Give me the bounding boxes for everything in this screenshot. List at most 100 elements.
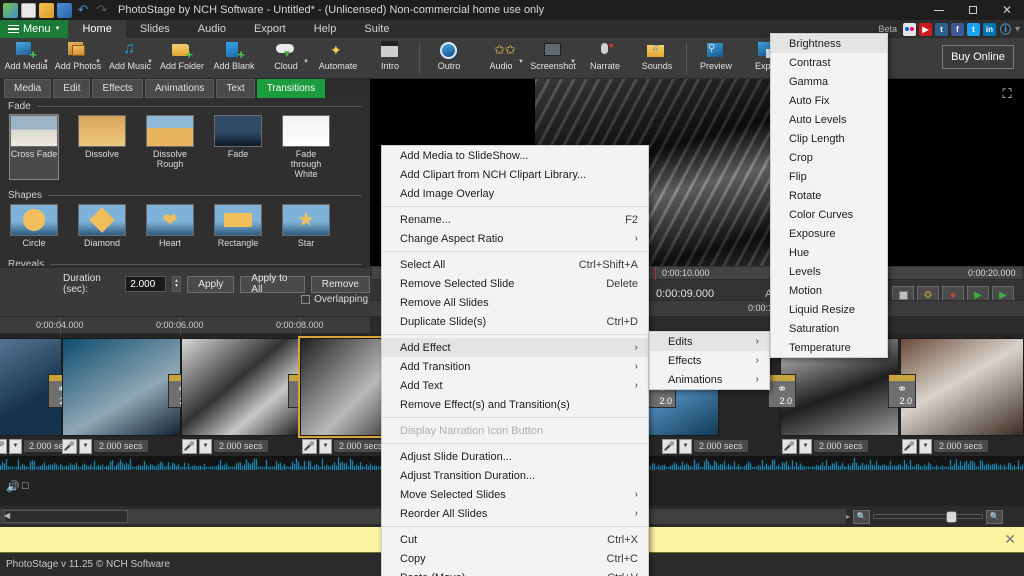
ribbon-preview[interactable]: ⚲ Preview <box>690 38 742 78</box>
transition-marker-6[interactable]: ⚭ 2.0 <box>768 374 796 408</box>
panel-tab-transitions[interactable]: Transitions <box>256 79 326 98</box>
transition-star[interactable]: ★ Star <box>282 204 330 248</box>
menu-item-brightness[interactable]: Brightness <box>771 34 887 53</box>
tab-slides[interactable]: Slides <box>126 20 184 38</box>
timeline-slide-2[interactable] <box>62 338 181 436</box>
menu-item-duplicate-slide-s[interactable]: Duplicate Slide(s) Ctrl+D <box>382 312 648 331</box>
chevron-down-icon[interactable]: ▼ <box>679 438 692 454</box>
transition-marker-7[interactable]: ⚭ 2.0 <box>888 374 916 408</box>
ribbon-outro[interactable]: Outro <box>423 38 475 78</box>
zoom-chevrons-icon[interactable]: ▸ <box>846 512 850 521</box>
chevron-down-icon[interactable]: ▼ <box>919 438 932 454</box>
menu-item-flip[interactable]: Flip <box>771 167 887 186</box>
menu-item-select-all[interactable]: Select All Ctrl+Shift+A <box>382 255 648 274</box>
menu-item-change-aspect-ratio[interactable]: Change Aspect Ratio › <box>382 229 648 248</box>
transition-fade[interactable]: Fade <box>214 115 262 179</box>
flickr-icon[interactable] <box>902 22 916 36</box>
chevron-down-icon[interactable]: ▼ <box>799 438 812 454</box>
close-icon[interactable]: ✕ <box>1004 531 1016 548</box>
overlapping-option[interactable]: Overlapping <box>301 294 368 305</box>
undo-icon[interactable]: ↶ <box>75 2 91 18</box>
menu-item-adjust-slide-duration[interactable]: Adjust Slide Duration... <box>382 447 648 466</box>
mute-icon[interactable]: □ <box>22 480 29 492</box>
menu-item-cut[interactable]: Cut Ctrl+X <box>382 530 648 549</box>
context-menu[interactable]: Add Media to SlideShow... Add Clipart fro… <box>381 145 649 576</box>
chevron-down-icon[interactable]: ▼ <box>79 438 92 454</box>
tab-export[interactable]: Export <box>240 20 300 38</box>
remove-button[interactable]: Remove <box>310 275 370 293</box>
menu-item-remove-selected-slide[interactable]: Remove Selected Slide Delete <box>382 274 648 293</box>
microphone-icon[interactable]: 🎤 <box>182 438 197 454</box>
menu-item-saturation[interactable]: Saturation <box>771 319 887 338</box>
timeline-slide-3[interactable] <box>181 338 300 436</box>
overlapping-checkbox[interactable] <box>301 295 311 304</box>
chevron-down-icon[interactable]: ▼ <box>9 438 22 454</box>
menu-item-reorder-all-slides[interactable]: Reorder All Slides › <box>382 504 648 523</box>
menu-item-add-transition[interactable]: Add Transition › <box>382 357 648 376</box>
menu-item-temperature[interactable]: Temperature <box>771 338 887 357</box>
panel-tab-effects[interactable]: Effects <box>92 79 143 98</box>
chevron-down-icon[interactable]: ▼ <box>518 59 524 65</box>
menu-item-liquid-resize[interactable]: Liquid Resize <box>771 300 887 319</box>
menu-item-motion[interactable]: Motion <box>771 281 887 300</box>
microphone-icon[interactable]: 🎤 <box>62 438 77 454</box>
transition-dissolve-rough[interactable]: Dissolve Rough <box>146 115 194 179</box>
speaker-icon[interactable]: 🔊 <box>6 480 20 493</box>
apply-button[interactable]: Apply <box>187 275 235 293</box>
ribbon-sounds[interactable]: ♫ Sounds <box>631 38 683 78</box>
microphone-icon[interactable]: 🎤 <box>782 438 797 454</box>
menu-item-move-selected-slides[interactable]: Move Selected Slides › <box>382 485 648 504</box>
open-project-icon[interactable] <box>39 2 54 18</box>
buy-online-button[interactable]: Buy Online <box>942 45 1014 69</box>
transition-heart[interactable]: ❤ Heart <box>146 204 194 248</box>
chevron-down-icon[interactable]: ▼ <box>319 438 332 454</box>
menu-item-remove-all-slides[interactable]: Remove All Slides <box>382 293 648 312</box>
apply-to-all-button[interactable]: Apply to All <box>240 273 305 295</box>
tab-help[interactable]: Help <box>300 20 351 38</box>
zoom-out-icon[interactable]: 🔍 <box>853 509 871 524</box>
menu-button[interactable]: Menu ▼ <box>0 20 69 38</box>
menu-item-add-text[interactable]: Add Text › <box>382 376 648 395</box>
add-effect-submenu[interactable]: Edits › Effects › Animations › <box>649 331 770 390</box>
panel-tab-media[interactable]: Media <box>4 79 52 98</box>
tab-suite[interactable]: Suite <box>350 20 403 38</box>
microphone-icon[interactable]: 🎤 <box>902 438 917 454</box>
chevron-down-icon[interactable]: ▼ <box>570 59 576 65</box>
minimize-button[interactable] <box>922 0 956 20</box>
menu-item-rename[interactable]: Rename... F2 <box>382 210 648 229</box>
chevron-down-icon[interactable]: ▼ <box>303 59 309 65</box>
ribbon-audio[interactable]: ✩✩ Audio ▼ <box>475 38 527 78</box>
menu-item-contrast[interactable]: Contrast <box>771 53 887 72</box>
transition-cross-fade[interactable]: Cross Fade <box>9 114 59 180</box>
timeline-slide-7[interactable] <box>900 338 1024 436</box>
preview-playhead[interactable] <box>655 267 656 280</box>
panel-tab-animations[interactable]: Animations <box>144 79 215 98</box>
menu-item-gamma[interactable]: Gamma <box>771 72 887 91</box>
chevron-down-icon[interactable]: ▼ <box>147 59 153 65</box>
menu-item-exposure[interactable]: Exposure <box>771 224 887 243</box>
menu-item-adjust-transition-duration[interactable]: Adjust Transition Duration... <box>382 466 648 485</box>
zoom-in-icon[interactable]: 🔍 <box>986 509 1004 524</box>
redo-icon[interactable]: ↷ <box>94 2 110 18</box>
zoom-slider-knob[interactable] <box>946 511 958 523</box>
menu-item-clip-length[interactable]: Clip Length <box>771 129 887 148</box>
menu-item-add-image-overlay[interactable]: Add Image Overlay <box>382 184 648 203</box>
microphone-icon[interactable]: 🎤 <box>0 438 7 454</box>
menu-item-paste-move[interactable]: Paste (Move) Ctrl+V <box>382 568 648 576</box>
new-project-icon[interactable] <box>21 2 36 18</box>
close-button[interactable]: ✕ <box>990 0 1024 20</box>
menu-item-auto-levels[interactable]: Auto Levels <box>771 110 887 129</box>
ribbon-intro[interactable]: Intro <box>364 38 416 78</box>
menu-item-rotate[interactable]: Rotate <box>771 186 887 205</box>
transition-dissolve[interactable]: Dissolve <box>78 115 126 179</box>
menu-item-hue[interactable]: Hue <box>771 243 887 262</box>
menu-item-animations[interactable]: Animations › <box>650 370 769 389</box>
duration-stepper[interactable]: ▲ ▼ <box>171 276 182 292</box>
menu-item-copy[interactable]: Copy Ctrl+C <box>382 549 648 568</box>
transition-circle[interactable]: Circle <box>10 204 58 248</box>
ribbon-add-photos[interactable]: Add Photos ▼ <box>52 38 104 78</box>
edits-submenu[interactable]: Brightness Contrast Gamma Auto Fix Auto Leve… <box>770 33 888 358</box>
ribbon-add-blank[interactable]: + Add Blank <box>208 38 260 78</box>
menu-item-add-media-to-slideshow[interactable]: Add Media to SlideShow... <box>382 146 648 165</box>
tab-home[interactable]: Home <box>68 20 126 38</box>
